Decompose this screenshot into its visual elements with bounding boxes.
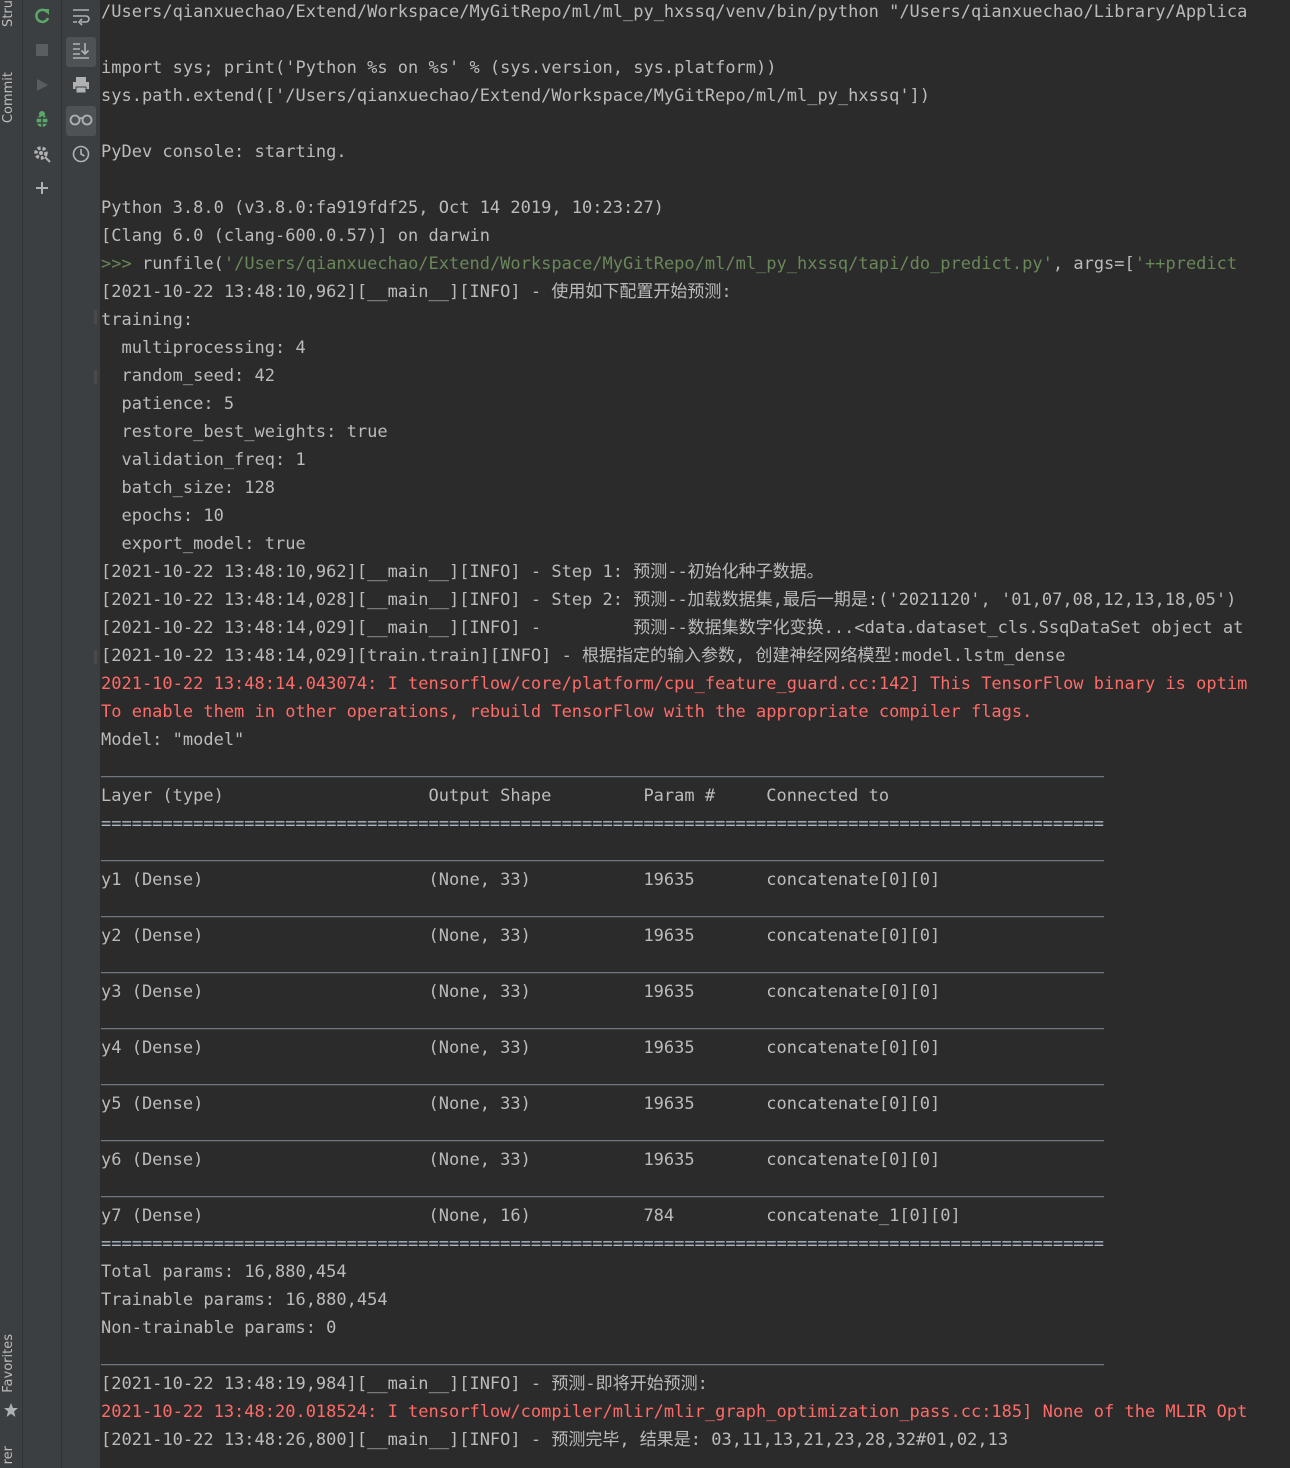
settings-button[interactable]: [27, 141, 57, 171]
run-icon: [34, 77, 50, 97]
history-icon: [71, 144, 91, 168]
soft-wrap-button[interactable]: [66, 3, 96, 33]
console-line: restore_best_weights: true: [101, 422, 388, 442]
console-toolbar-primary: [23, 0, 62, 1468]
gutter-marker: [94, 310, 97, 324]
run-button[interactable]: [27, 72, 57, 102]
console-line: y6 (Dense) (None, 33) 19635 concatenate[…: [101, 1150, 941, 1170]
favorites-tab-label: Favorites: [1, 1334, 16, 1393]
console-line: Model: "model": [101, 730, 245, 750]
console-line: Layer (type) Output Shape Param # Connec…: [101, 786, 890, 806]
structure-tab-label: Stru: [1, 0, 16, 27]
side-tool-strip: Stru Commit Favorites rer: [0, 0, 23, 1468]
runfile-args: , args=[: [1052, 254, 1135, 274]
console-line: [2021-10-22 13:48:14,029][__main__][INFO…: [101, 618, 1244, 638]
console-line: epochs: 10: [101, 506, 224, 526]
favorites-tab[interactable]: Favorites: [1, 1334, 16, 1393]
console-line: validation_freq: 1: [101, 450, 306, 470]
star-icon: [3, 1402, 19, 1418]
console-line: y4 (Dense) (None, 33) 19635 concatenate[…: [101, 1038, 941, 1058]
gutter-marker: [94, 370, 97, 384]
rerun-button[interactable]: [27, 3, 57, 33]
debug-icon: [32, 109, 52, 133]
console-line: ________________________________________…: [101, 954, 1105, 974]
console-line: Python 3.8.0 (v3.8.0:fa919fdf25, Oct 14 …: [101, 198, 664, 218]
console-line: y1 (Dense) (None, 33) 19635 concatenate[…: [101, 870, 941, 890]
console-line: y7 (Dense) (None, 16) 784 concatenate_1[…: [101, 1206, 961, 1226]
console-line: training:: [101, 310, 194, 330]
console-line: [2021-10-22 13:48:10,962][__main__][INFO…: [101, 562, 824, 582]
console-line: batch_size: 128: [101, 478, 275, 498]
rerun-icon: [32, 6, 52, 30]
console-line: [2021-10-22 13:48:14,028][__main__][INFO…: [101, 590, 1237, 610]
console-line: 2021-10-22 13:48:14.043074: I tensorflow…: [101, 674, 1248, 694]
console-line: ________________________________________…: [101, 1066, 1105, 1086]
gutter-marker: [94, 650, 97, 664]
console-line: [2021-10-22 13:48:26,800][__main__][INFO…: [101, 1430, 1009, 1450]
structure-tab[interactable]: Stru: [1, 0, 16, 27]
console-line: ========================================…: [101, 1234, 1105, 1254]
console-line: ________________________________________…: [101, 1346, 1105, 1366]
glasses-icon: [69, 111, 93, 131]
console-line: y3 (Dense) (None, 33) 19635 concatenate[…: [101, 982, 941, 1002]
runfile-path: '/Users/qianxuechao/Extend/Workspace/MyG…: [223, 254, 1053, 274]
console-line: ________________________________________…: [101, 1122, 1105, 1142]
console-line: [Clang 6.0 (clang-600.0.57)] on darwin: [101, 226, 490, 246]
settings-icon: [32, 144, 52, 168]
console-line: [2021-10-22 13:48:19,984][__main__][INFO…: [101, 1374, 708, 1394]
console-line: import sys; print('Python %s on %s' % (s…: [101, 58, 777, 78]
console-line: sys.path.extend(['/Users/qianxuechao/Ext…: [101, 86, 931, 106]
console-line: export_model: true: [101, 534, 306, 554]
commit-tab-label: Commit: [1, 72, 16, 124]
console-line: 2021-10-22 13:48:20.018524: I tensorflow…: [101, 1402, 1248, 1422]
console-prompt: >>>: [101, 254, 142, 274]
debug-button[interactable]: [27, 106, 57, 136]
console-line: >>> runfile('/Users/qianxuechao/Extend/W…: [101, 250, 1237, 278]
console-line: Total params: 16,880,454: [101, 1262, 347, 1282]
stop-button[interactable]: [27, 37, 57, 67]
show-variables-button[interactable]: [66, 106, 96, 136]
scroll-to-end-icon: [71, 40, 91, 64]
console-line: y5 (Dense) (None, 33) 19635 concatenate[…: [101, 1094, 941, 1114]
console-line: patience: 5: [101, 394, 235, 414]
console-line: Non-trainable params: 0: [101, 1318, 337, 1338]
history-button[interactable]: [66, 141, 96, 171]
stop-icon: [34, 42, 50, 62]
console-line: ________________________________________…: [101, 842, 1105, 862]
add-button[interactable]: [27, 175, 57, 205]
print-icon: [71, 75, 91, 99]
print-button[interactable]: [66, 72, 96, 102]
commit-tab[interactable]: Commit: [1, 72, 16, 123]
soft-wrap-icon: [71, 6, 91, 30]
runfile-call: runfile(: [141, 254, 224, 274]
console-line: random_seed: 42: [101, 366, 275, 386]
scroll-to-end-button[interactable]: [66, 37, 96, 67]
console-line: ________________________________________…: [101, 1010, 1105, 1030]
add-icon: [34, 180, 50, 200]
console-line: multiprocessing: 4: [101, 338, 306, 358]
console-toolbar-secondary: [62, 0, 100, 1468]
console-line: y2 (Dense) (None, 33) 19635 concatenate[…: [101, 926, 941, 946]
console-line: [2021-10-22 13:48:14,029][train.train][I…: [101, 646, 1066, 666]
console-line: ________________________________________…: [101, 758, 1105, 778]
console-line: [2021-10-22 13:48:10,962][__main__][INFO…: [101, 282, 732, 302]
console-line: To enable them in other operations, rebu…: [101, 702, 1033, 722]
bottom-tab[interactable]: rer: [1, 1446, 16, 1464]
console-line: Trainable params: 16,880,454: [101, 1290, 388, 1310]
console-line: ========================================…: [101, 814, 1105, 834]
bottom-tab-label: rer: [1, 1446, 16, 1465]
console-line: ________________________________________…: [101, 898, 1105, 918]
runfile-arg: '++predict: [1134, 254, 1238, 274]
console-output[interactable]: /Users/qianxuechao/Extend/Workspace/MyGi…: [101, 0, 1290, 1468]
console-line: ________________________________________…: [101, 1178, 1105, 1198]
console-line: PyDev console: starting.: [101, 142, 347, 162]
console-line: /Users/qianxuechao/Extend/Workspace/MyGi…: [101, 2, 1248, 22]
